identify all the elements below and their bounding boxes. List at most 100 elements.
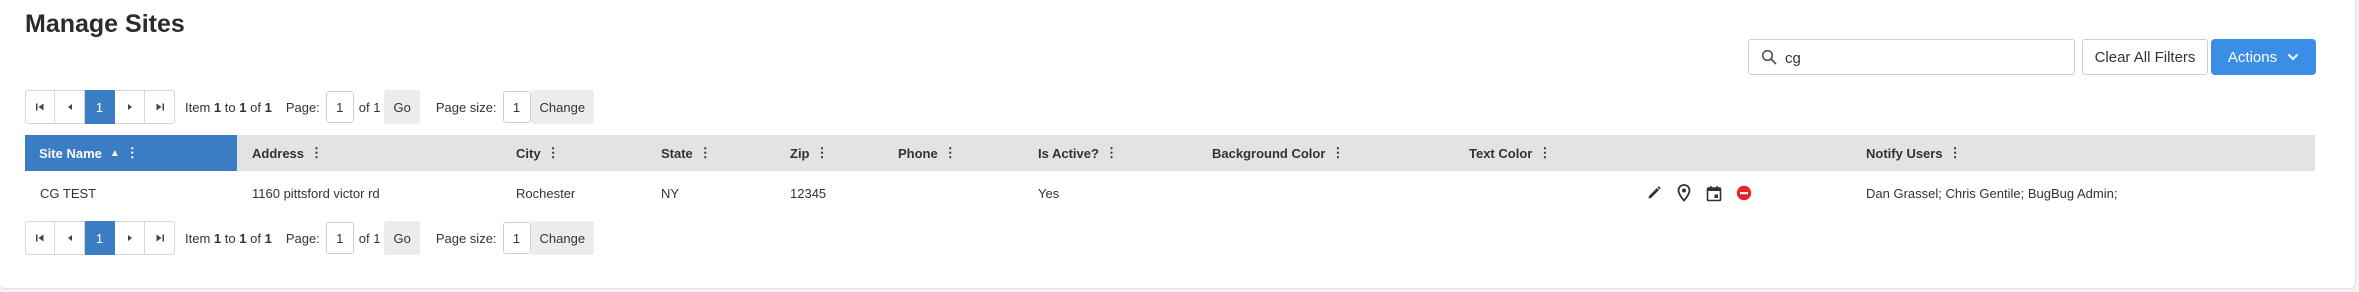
next-page-button[interactable] xyxy=(115,221,145,255)
row-actions xyxy=(1645,172,1753,214)
remove-icon[interactable] xyxy=(1735,184,1753,202)
column-menu-icon[interactable]: ⋮ xyxy=(944,145,957,161)
first-page-icon xyxy=(36,103,44,111)
column-label: Is Active? xyxy=(1038,145,1099,161)
search-icon xyxy=(1761,49,1777,65)
item-of: of xyxy=(250,230,261,246)
chevron-down-icon xyxy=(2287,53,2299,61)
go-button[interactable]: Go xyxy=(384,90,420,124)
search-input[interactable] xyxy=(1783,42,2067,74)
go-button[interactable]: Go xyxy=(384,221,420,255)
cell-site-name: CG TEST xyxy=(40,185,97,201)
column-header-phone[interactable]: Phone ⋮ xyxy=(898,135,957,171)
prev-page-button[interactable] xyxy=(55,90,85,124)
page-size-label: Page size: xyxy=(435,230,497,246)
column-menu-icon[interactable]: ⋮ xyxy=(699,145,712,161)
page-size-input[interactable]: 1 xyxy=(502,222,531,254)
column-header-is-active[interactable]: Is Active? ⋮ xyxy=(1038,135,1118,171)
change-page-size-button[interactable]: Change xyxy=(530,90,595,124)
column-menu-icon[interactable]: ⋮ xyxy=(126,145,139,161)
next-page-button[interactable] xyxy=(115,90,145,124)
cell-state: NY xyxy=(661,185,680,201)
prev-page-button[interactable] xyxy=(55,221,85,255)
sort-ascending-icon[interactable]: ▲ xyxy=(110,148,120,159)
item-prefix: Item xyxy=(185,230,211,246)
column-menu-icon[interactable]: ⋮ xyxy=(816,145,829,161)
item-end: 1 xyxy=(239,99,247,115)
column-menu-icon[interactable]: ⋮ xyxy=(1538,145,1551,161)
pager-bottom: 1 Item 1 to 1 of 1 Page: 1 of 1 Go Page … xyxy=(25,221,595,255)
first-page-button[interactable] xyxy=(25,221,55,255)
column-label: Notify Users xyxy=(1866,145,1943,161)
page-number-input[interactable]: 1 xyxy=(325,222,354,254)
search-field[interactable] xyxy=(1748,39,2075,75)
cell-notify-users: Dan Grassel; Chris Gentile; BugBug Admin… xyxy=(1866,185,2118,201)
item-start: 1 xyxy=(213,99,222,115)
last-page-icon xyxy=(156,234,164,242)
column-header-state[interactable]: State ⋮ xyxy=(661,135,712,171)
column-label: Phone xyxy=(898,145,938,161)
clear-all-filters-button[interactable]: Clear All Filters xyxy=(2082,39,2208,75)
column-header-notify-users[interactable]: Notify Users ⋮ xyxy=(1866,135,1962,171)
column-header-address[interactable]: Address ⋮ xyxy=(252,135,323,171)
page-label: Page: xyxy=(285,230,320,246)
item-of: of xyxy=(250,99,261,115)
change-page-size-button[interactable]: Change xyxy=(530,221,595,255)
calendar-icon[interactable] xyxy=(1705,184,1723,202)
item-range-text: Item 1 to 1 of 1 xyxy=(185,100,272,115)
page-number-input[interactable]: 1 xyxy=(325,91,354,123)
cell-zip: 12345 xyxy=(790,185,827,201)
page-of-text: of 1 xyxy=(358,99,381,115)
column-menu-icon[interactable]: ⋮ xyxy=(1105,145,1118,161)
column-label: City xyxy=(516,145,541,161)
item-end: 1 xyxy=(239,230,247,246)
column-menu-icon[interactable]: ⋮ xyxy=(1331,145,1344,161)
item-to: to xyxy=(224,230,236,246)
column-header-text-color[interactable]: Text Color ⋮ xyxy=(1469,135,1551,171)
actions-label: Actions xyxy=(2227,48,2278,66)
next-page-icon xyxy=(127,235,132,241)
column-header-site-name[interactable]: Site Name ▲ ⋮ xyxy=(25,135,237,171)
item-total: 1 xyxy=(264,99,272,115)
pencil-icon[interactable] xyxy=(1645,184,1663,202)
column-menu-icon[interactable]: ⋮ xyxy=(1949,145,1962,161)
current-page-button[interactable]: 1 xyxy=(85,221,115,255)
item-prefix: Item xyxy=(185,99,211,115)
column-header-city[interactable]: City ⋮ xyxy=(516,135,560,171)
next-page-icon xyxy=(127,104,132,110)
column-menu-icon[interactable]: ⋮ xyxy=(310,145,323,161)
map-pin-icon[interactable] xyxy=(1675,184,1693,202)
column-menu-icon[interactable]: ⋮ xyxy=(547,145,560,161)
page-size-input[interactable]: 1 xyxy=(502,91,531,123)
page-of-text: of 1 xyxy=(358,230,381,246)
last-page-button[interactable] xyxy=(145,221,175,255)
page-title: Manage Sites xyxy=(25,10,185,38)
cell-address: 1160 pittsford victor rd xyxy=(252,185,380,201)
actions-button[interactable]: Actions xyxy=(2211,39,2316,75)
cell-is-active: Yes xyxy=(1038,185,1060,201)
column-label: Zip xyxy=(790,145,810,161)
item-range-text: Item 1 to 1 of 1 xyxy=(185,231,272,246)
column-label: State xyxy=(661,145,693,161)
pager-top: 1 Item 1 to 1 of 1 Page: 1 of 1 Go Page … xyxy=(25,90,595,124)
column-header-zip[interactable]: Zip ⋮ xyxy=(790,135,829,171)
column-label: Site Name xyxy=(39,145,102,161)
prev-page-icon xyxy=(67,104,72,110)
prev-page-icon xyxy=(67,235,72,241)
item-total: 1 xyxy=(264,230,272,246)
table-header: Site Name ▲ ⋮ Address ⋮ City ⋮ State ⋮ Z… xyxy=(25,135,2315,171)
current-page-button[interactable]: 1 xyxy=(85,90,115,124)
last-page-icon xyxy=(156,103,164,111)
column-header-background-color[interactable]: Background Color ⋮ xyxy=(1212,135,1344,171)
column-label: Text Color xyxy=(1469,145,1533,161)
item-start: 1 xyxy=(213,230,222,246)
table-row[interactable]: CG TEST 1160 pittsford victor rd Rochest… xyxy=(25,172,2315,214)
column-label: Background Color xyxy=(1212,145,1326,161)
first-page-icon xyxy=(36,234,44,242)
manage-sites-panel: Manage Sites Clear All Filters Actions 1… xyxy=(0,0,2356,289)
page-size-label: Page size: xyxy=(435,99,497,115)
column-label: Address xyxy=(252,145,305,161)
first-page-button[interactable] xyxy=(25,90,55,124)
last-page-button[interactable] xyxy=(145,90,175,124)
cell-city: Rochester xyxy=(516,185,576,201)
